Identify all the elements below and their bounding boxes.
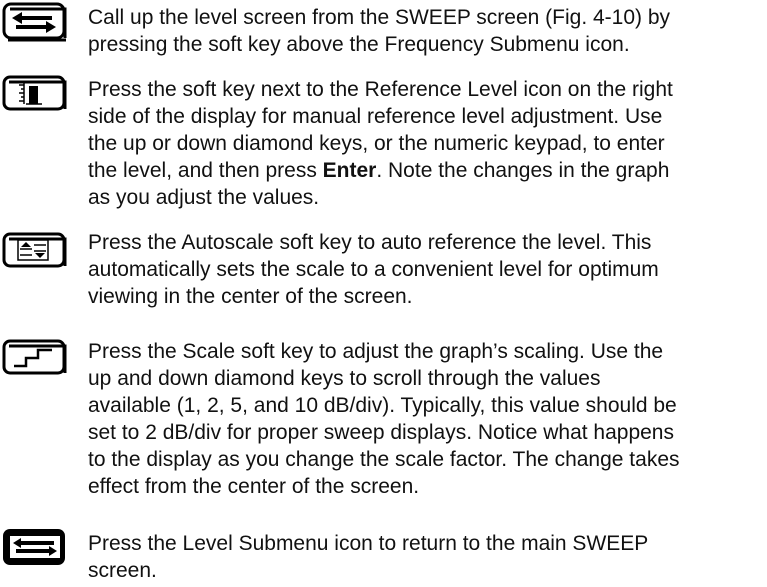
reference-level-icon — [2, 74, 70, 112]
text-line: set to 2 dB/div for proper sweep display… — [88, 421, 674, 444]
text-segment: the level, and then press — [88, 159, 323, 182]
text-line: the level, and then press Enter. Note th… — [88, 157, 764, 184]
text-line: available (1, 2, 5, and 10 dB/div). Typi… — [88, 394, 677, 417]
text-line: to the display as you change the scale f… — [88, 448, 680, 471]
autoscale-icon — [2, 231, 70, 269]
text-line: the up or down diamond keys, or the nume… — [88, 132, 665, 155]
enter-key-label: Enter — [322, 159, 377, 182]
text-line: pressing the soft key above the Frequenc… — [88, 33, 630, 56]
text-line: effect from the center of the screen. — [88, 475, 420, 498]
instruction-step-reference-level: Press the soft key next to the Reference… — [0, 72, 767, 212]
frequency-submenu-icon — [2, 2, 70, 42]
text-line: up and down diamond keys to scroll throu… — [88, 367, 601, 390]
text-segment: . Note the changes in the graph — [376, 159, 670, 182]
text-line: Press the soft key next to the Reference… — [88, 78, 673, 101]
text-line: automatically sets the scale to a conven… — [88, 258, 659, 281]
instruction-step-scale: Press the Scale soft key to adjust the g… — [0, 334, 767, 504]
text-line: viewing in the center of the screen. — [88, 285, 413, 308]
text-line: Press the Level Submenu icon to return t… — [88, 532, 649, 555]
level-submenu-icon — [2, 528, 70, 566]
text-line: Press the Scale soft key to adjust the g… — [88, 340, 664, 363]
text-line: Press the Autoscale soft key to auto ref… — [88, 231, 652, 254]
instruction-step-frequency-submenu: Call up the level screen from the SWEEP … — [0, 0, 767, 60]
text-line: side of the display for manual reference… — [88, 105, 663, 128]
text-line: Call up the level screen from the SWEEP … — [88, 6, 671, 29]
text-line: as you adjust the values. — [88, 186, 320, 209]
instruction-step-autoscale: Press the Autoscale soft key to auto ref… — [0, 225, 767, 315]
text-line: screen. — [88, 559, 157, 582]
scale-icon — [2, 338, 70, 376]
instruction-step-level-submenu: Press the Level Submenu icon to return t… — [0, 526, 767, 586]
